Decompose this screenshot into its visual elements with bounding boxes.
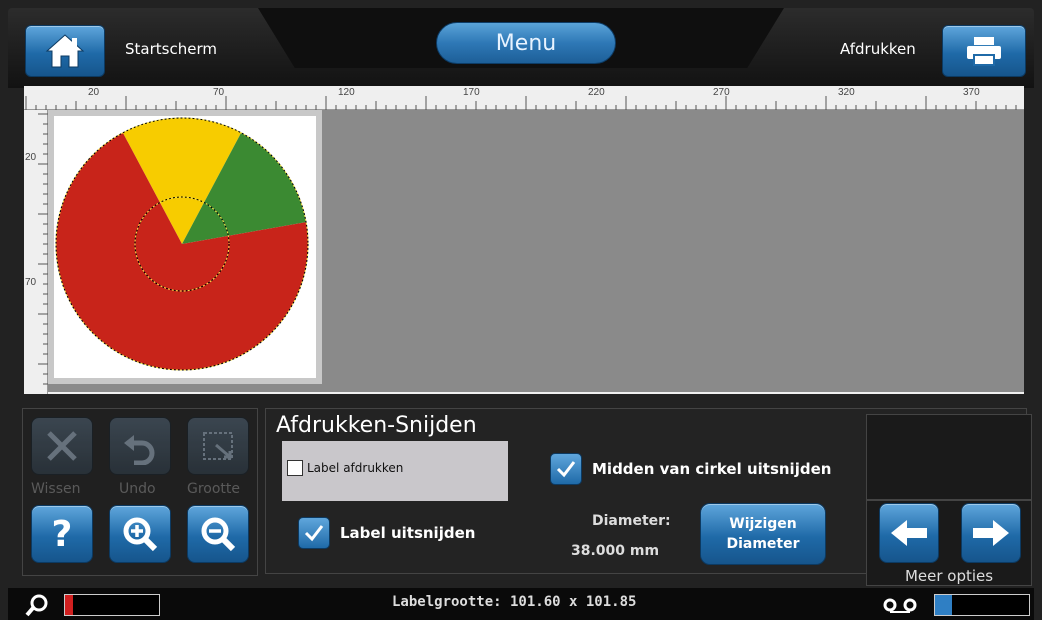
ribbon-supply-fill xyxy=(935,595,952,615)
zoom-out-button[interactable] xyxy=(187,505,249,563)
next-button[interactable] xyxy=(961,503,1021,563)
ruler-mark: 120 xyxy=(338,87,355,98)
help-icon: ? xyxy=(51,513,73,555)
vertical-ruler: 20 70 xyxy=(24,110,48,394)
delete-button[interactable] xyxy=(31,417,93,475)
delete-label: Wissen xyxy=(31,481,81,497)
more-options-panel: Meer opties xyxy=(866,500,1032,586)
cut-center-text: Midden van cirkel uitsnijden xyxy=(592,460,832,478)
arrow-right-icon xyxy=(973,520,1009,546)
label-supply-fill xyxy=(65,595,73,615)
horizontal-ruler: 20 70 120 170 220 270 320 370 xyxy=(24,86,1024,110)
size-button[interactable] xyxy=(187,417,249,475)
print-label-option[interactable]: Label afdrukken xyxy=(282,441,508,501)
checkmark-icon xyxy=(304,525,324,542)
printer-screen: Startscherm Menu Afdrukken 20 70 120 170 220… xyxy=(0,0,1042,620)
diameter-value: 38.000 mm xyxy=(571,543,660,559)
ruler-mark: 20 xyxy=(25,152,37,163)
more-options-top-panel xyxy=(866,414,1032,500)
ribbon-icon xyxy=(883,598,917,613)
ruler-mark: 220 xyxy=(588,87,605,98)
label-canvas[interactable] xyxy=(48,110,1024,394)
label-supply-meter xyxy=(64,594,160,616)
label-area[interactable] xyxy=(48,110,322,384)
cut-label-checkbox[interactable] xyxy=(298,517,330,549)
home-label: Startscherm xyxy=(125,40,217,58)
home-button[interactable] xyxy=(25,25,105,77)
ruler-mark: 70 xyxy=(213,87,225,98)
ruler-mark: 370 xyxy=(963,87,980,98)
more-options-label: Meer opties xyxy=(904,567,994,585)
checkmark-icon xyxy=(556,461,576,478)
print-label-checkbox[interactable] xyxy=(287,460,303,476)
ruler-mark: 70 xyxy=(25,277,37,288)
undo-button[interactable] xyxy=(109,417,171,475)
cut-center-checkbox[interactable] xyxy=(550,453,582,485)
printer-icon xyxy=(967,37,1001,66)
help-button[interactable]: ? xyxy=(31,505,93,563)
print-label: Afdrukken xyxy=(840,40,916,58)
diameter-label: Diameter: xyxy=(592,513,671,529)
zoom-in-button[interactable] xyxy=(109,505,171,563)
status-bar: Labelgrootte: 101.60 x 101.85 xyxy=(8,588,1034,620)
label-sheet[interactable] xyxy=(54,116,316,378)
ruler-mark: 320 xyxy=(838,87,855,98)
ruler-mark: 170 xyxy=(463,87,480,98)
print-label-text: Label afdrukken xyxy=(307,461,404,475)
pie-graphic[interactable] xyxy=(54,116,316,378)
zoom-out-icon xyxy=(201,517,236,552)
close-icon xyxy=(47,431,77,461)
cut-label-text: Label uitsnijden xyxy=(340,524,476,542)
size-label: Grootte xyxy=(187,481,241,497)
change-diameter-button[interactable]: Wijzigen Diameter xyxy=(700,503,826,565)
label-roll-icon xyxy=(25,594,48,617)
tools-panel: Wissen Undo Grootte ? xyxy=(22,408,258,576)
undo-label: Undo xyxy=(119,481,156,497)
change-diameter-line1: Wijzigen xyxy=(729,516,797,532)
label-size-status: Labelgrootte: 101.60 x 101.85 xyxy=(392,594,637,610)
print-button[interactable] xyxy=(942,25,1026,77)
undo-icon xyxy=(124,435,155,465)
ruler-mark: 20 xyxy=(88,87,100,98)
zoom-in-icon xyxy=(123,517,158,552)
ribbon-supply-meter xyxy=(934,594,1030,616)
change-diameter-line2: Diameter xyxy=(726,536,800,552)
home-icon xyxy=(45,34,85,68)
ruler-mark: 270 xyxy=(713,87,730,98)
dialog-title: Afdrukken-Snijden xyxy=(276,413,477,438)
menu-button[interactable]: Menu xyxy=(436,22,616,64)
horizontal-ruler-ticks xyxy=(25,96,1017,110)
resize-icon xyxy=(203,432,233,460)
top-bar: Startscherm Menu Afdrukken xyxy=(8,8,1034,88)
previous-button[interactable] xyxy=(879,503,939,563)
arrow-left-icon xyxy=(891,520,927,546)
